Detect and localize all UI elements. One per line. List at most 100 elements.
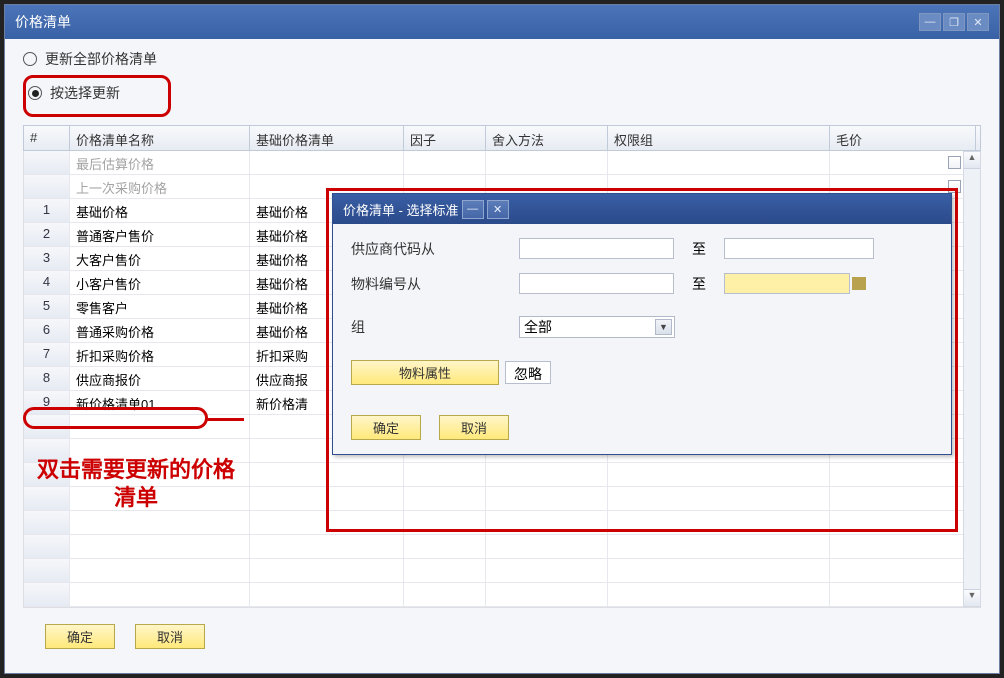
scroll-up-icon[interactable]: ▲ [964, 152, 980, 169]
dialog-minimize-button[interactable]: — [462, 200, 484, 219]
cell-perm [608, 463, 830, 486]
cell-perm [608, 151, 830, 174]
material-attr-button[interactable]: 物料属性 [351, 360, 499, 385]
table-row[interactable]: 最后估算价格 [24, 151, 980, 175]
criteria-dialog: 价格清单 - 选择标准 — ✕ 供应商代码从 至 物料编号从 至 组 全部 ▼ … [332, 193, 952, 455]
cell-mao [830, 535, 976, 558]
cell-num: 3 [24, 247, 70, 270]
table-row[interactable] [24, 559, 980, 583]
cell-round [486, 151, 608, 174]
annotation-text: 双击需要更新的价格清单 [30, 456, 242, 511]
cell-num [24, 415, 70, 438]
cell-mao [830, 463, 976, 486]
radio-update-all-label: 更新全部价格清单 [45, 49, 157, 69]
cell-perm [608, 559, 830, 582]
dialog-ok-button[interactable]: 确定 [351, 415, 421, 440]
cell-base [250, 559, 404, 582]
group-value: 全部 [524, 317, 552, 337]
cancel-button[interactable]: 取消 [135, 624, 205, 649]
cell-num: 7 [24, 343, 70, 366]
attr-row: 物料属性 忽略 [351, 360, 933, 385]
supplier-from-input[interactable] [519, 238, 674, 259]
cell-round [486, 487, 608, 510]
dialog-buttons: 确定 取消 [351, 415, 933, 440]
cell-mao [830, 151, 976, 174]
cell-name: 大客户售价 [70, 247, 250, 270]
cell-name [70, 583, 250, 606]
cell-num: 2 [24, 223, 70, 246]
group-select[interactable]: 全部 ▼ [519, 316, 675, 338]
cell-base [250, 583, 404, 606]
cell-num [24, 559, 70, 582]
table-row[interactable] [24, 583, 980, 607]
cell-num: 8 [24, 367, 70, 390]
dialog-close-button[interactable]: ✕ [487, 200, 509, 219]
cell-num: 5 [24, 295, 70, 318]
radio-update-selected[interactable]: 按选择更新 [24, 80, 150, 106]
cell-name: 折扣采购价格 [70, 343, 250, 366]
cell-num [24, 535, 70, 558]
cell-factor [404, 583, 486, 606]
checkbox[interactable] [948, 180, 961, 193]
supplier-to-input[interactable] [724, 238, 874, 259]
col-factor[interactable]: 因子 [404, 126, 486, 150]
annotation-connector [206, 418, 244, 421]
cell-name: 零售客户 [70, 295, 250, 318]
cell-factor [404, 535, 486, 558]
cell-name: 新价格清单01 [70, 391, 250, 414]
cell-factor [404, 559, 486, 582]
cell-name: 普通采购价格 [70, 319, 250, 342]
cell-name: 上一次采购价格 [70, 175, 250, 198]
cell-round [486, 535, 608, 558]
material-from-input[interactable] [519, 273, 674, 294]
radio-update-all[interactable]: 更新全部价格清单 [23, 49, 981, 69]
annotation-highlight-radio: 按选择更新 [23, 75, 171, 117]
dialog-cancel-button[interactable]: 取消 [439, 415, 509, 440]
main-title: 价格清单 [15, 12, 71, 32]
maximize-button[interactable]: ❐ [943, 13, 965, 31]
group-row: 组 全部 ▼ [351, 316, 933, 338]
col-round[interactable]: 舍入方法 [486, 126, 608, 150]
cell-factor [404, 487, 486, 510]
cell-mao [830, 487, 976, 510]
supplier-from-label: 供应商代码从 [351, 239, 519, 259]
table-row[interactable] [24, 535, 980, 559]
dialog-title: 价格清单 - 选择标准 [343, 200, 459, 219]
material-to-input[interactable] [724, 273, 850, 294]
checkbox[interactable] [948, 156, 961, 169]
table-row[interactable] [24, 511, 980, 535]
cell-mao [830, 583, 976, 606]
cell-factor [404, 463, 486, 486]
cell-round [486, 511, 608, 534]
cell-name: 普通客户售价 [70, 223, 250, 246]
dialog-body: 供应商代码从 至 物料编号从 至 组 全部 ▼ 物料属性 忽略 确定 取消 [333, 224, 951, 454]
cell-base [250, 487, 404, 510]
cell-name [70, 559, 250, 582]
dialog-titlebar: 价格清单 - 选择标准 — ✕ [333, 194, 951, 224]
cell-num: 6 [24, 319, 70, 342]
vertical-scrollbar[interactable]: ▲ ▼ [963, 151, 981, 607]
cell-mao [830, 559, 976, 582]
scroll-down-icon[interactable]: ▼ [964, 589, 980, 606]
cell-num [24, 511, 70, 534]
cell-num [24, 583, 70, 606]
close-button[interactable]: ✕ [967, 13, 989, 31]
col-mao[interactable]: 毛价 [830, 126, 976, 150]
group-label: 组 [351, 317, 519, 337]
cell-perm [608, 535, 830, 558]
main-titlebar: 价格清单 — ❐ ✕ [5, 5, 999, 39]
col-name[interactable]: 价格清单名称 [70, 126, 250, 150]
cell-base [250, 511, 404, 534]
material-from-label: 物料编号从 [351, 274, 519, 294]
ok-button[interactable]: 确定 [45, 624, 115, 649]
table-header: # 价格清单名称 基础价格清单 因子 舍入方法 权限组 毛价 [23, 125, 981, 151]
cell-num: 4 [24, 271, 70, 294]
lookup-icon[interactable] [852, 277, 866, 290]
cell-base [250, 151, 404, 174]
cell-name [70, 535, 250, 558]
cell-num [24, 175, 70, 198]
col-perm[interactable]: 权限组 [608, 126, 830, 150]
col-base[interactable]: 基础价格清单 [250, 126, 404, 150]
minimize-button[interactable]: — [919, 13, 941, 31]
col-num[interactable]: # [24, 126, 70, 150]
